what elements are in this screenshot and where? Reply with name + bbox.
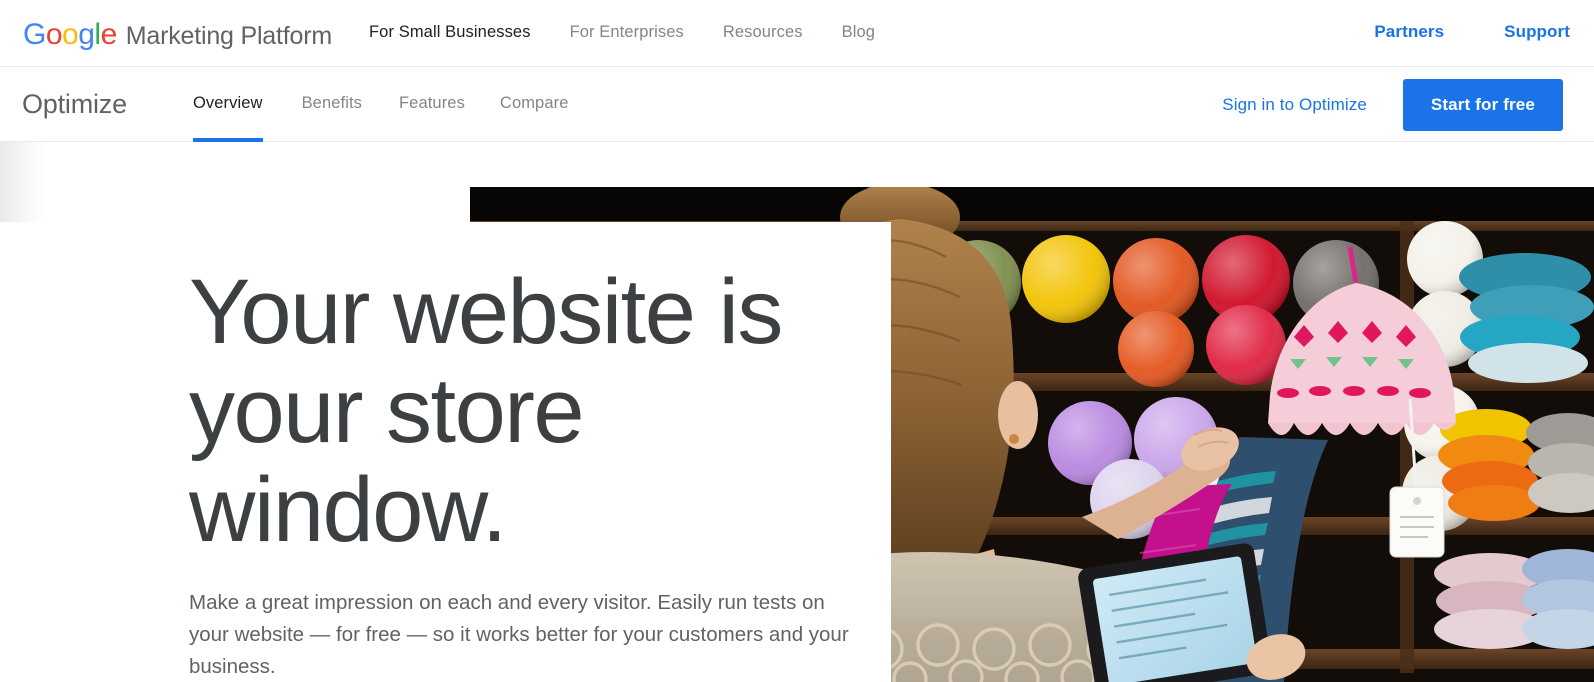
global-nav-item-resources[interactable]: Resources (723, 23, 803, 42)
partners-link[interactable]: Partners (1374, 22, 1444, 42)
logo-letter-o-yellow: o (62, 18, 79, 51)
global-nav-item-blog[interactable]: Blog (842, 23, 875, 42)
google-wordmark: Google (23, 18, 117, 52)
google-marketing-platform-logo[interactable]: Google Marketing Platform (23, 18, 332, 52)
global-navigation-bar: Google Marketing Platform For Small Busi… (0, 0, 1594, 67)
hero-heading-line-3: window. (189, 459, 507, 561)
tab-compare[interactable]: Compare (500, 67, 569, 142)
product-nav-actions: Sign in to Optimize Start for free (1222, 67, 1563, 142)
hero-section: Your website is your store window. Make … (0, 143, 1594, 682)
tab-features[interactable]: Features (399, 67, 465, 142)
support-link[interactable]: Support (1504, 22, 1570, 42)
global-nav-secondary-links: Partners Support (1374, 22, 1570, 42)
product-name-optimize[interactable]: Optimize (22, 89, 127, 120)
hero-subtext: Make a great impression on each and ever… (189, 591, 849, 678)
global-nav-item-for-enterprises[interactable]: For Enterprises (570, 23, 684, 42)
logo-letter-o-red: o (45, 18, 63, 51)
hero-heading-line-2: your store (189, 360, 585, 462)
hero-copy: Your website is your store window. Make … (189, 263, 879, 682)
logo-letter-e-red: e (100, 18, 118, 51)
product-navigation-bar: Optimize Overview Benefits Features Comp… (0, 67, 1594, 142)
product-tabs: Overview Benefits Features Compare (193, 67, 568, 142)
logo-letter-g-blue-2: g (78, 18, 95, 51)
logo-letter-g-blue: G (23, 18, 46, 51)
global-nav-links: For Small Businesses For Enterprises Res… (369, 23, 875, 42)
sign-in-to-optimize-link[interactable]: Sign in to Optimize (1222, 95, 1367, 115)
tab-overview[interactable]: Overview (193, 67, 263, 142)
hero-heading: Your website is your store window. (189, 263, 879, 560)
logo-suffix-text: Marketing Platform (125, 22, 332, 50)
tab-benefits[interactable]: Benefits (302, 67, 362, 142)
hero-heading-line-1: Your website is (189, 261, 783, 363)
start-for-free-button[interactable]: Start for free (1402, 78, 1563, 131)
page-root: Google Marketing Platform For Small Busi… (0, 0, 1594, 682)
global-nav-item-for-small-businesses[interactable]: For Small Businesses (369, 23, 531, 42)
